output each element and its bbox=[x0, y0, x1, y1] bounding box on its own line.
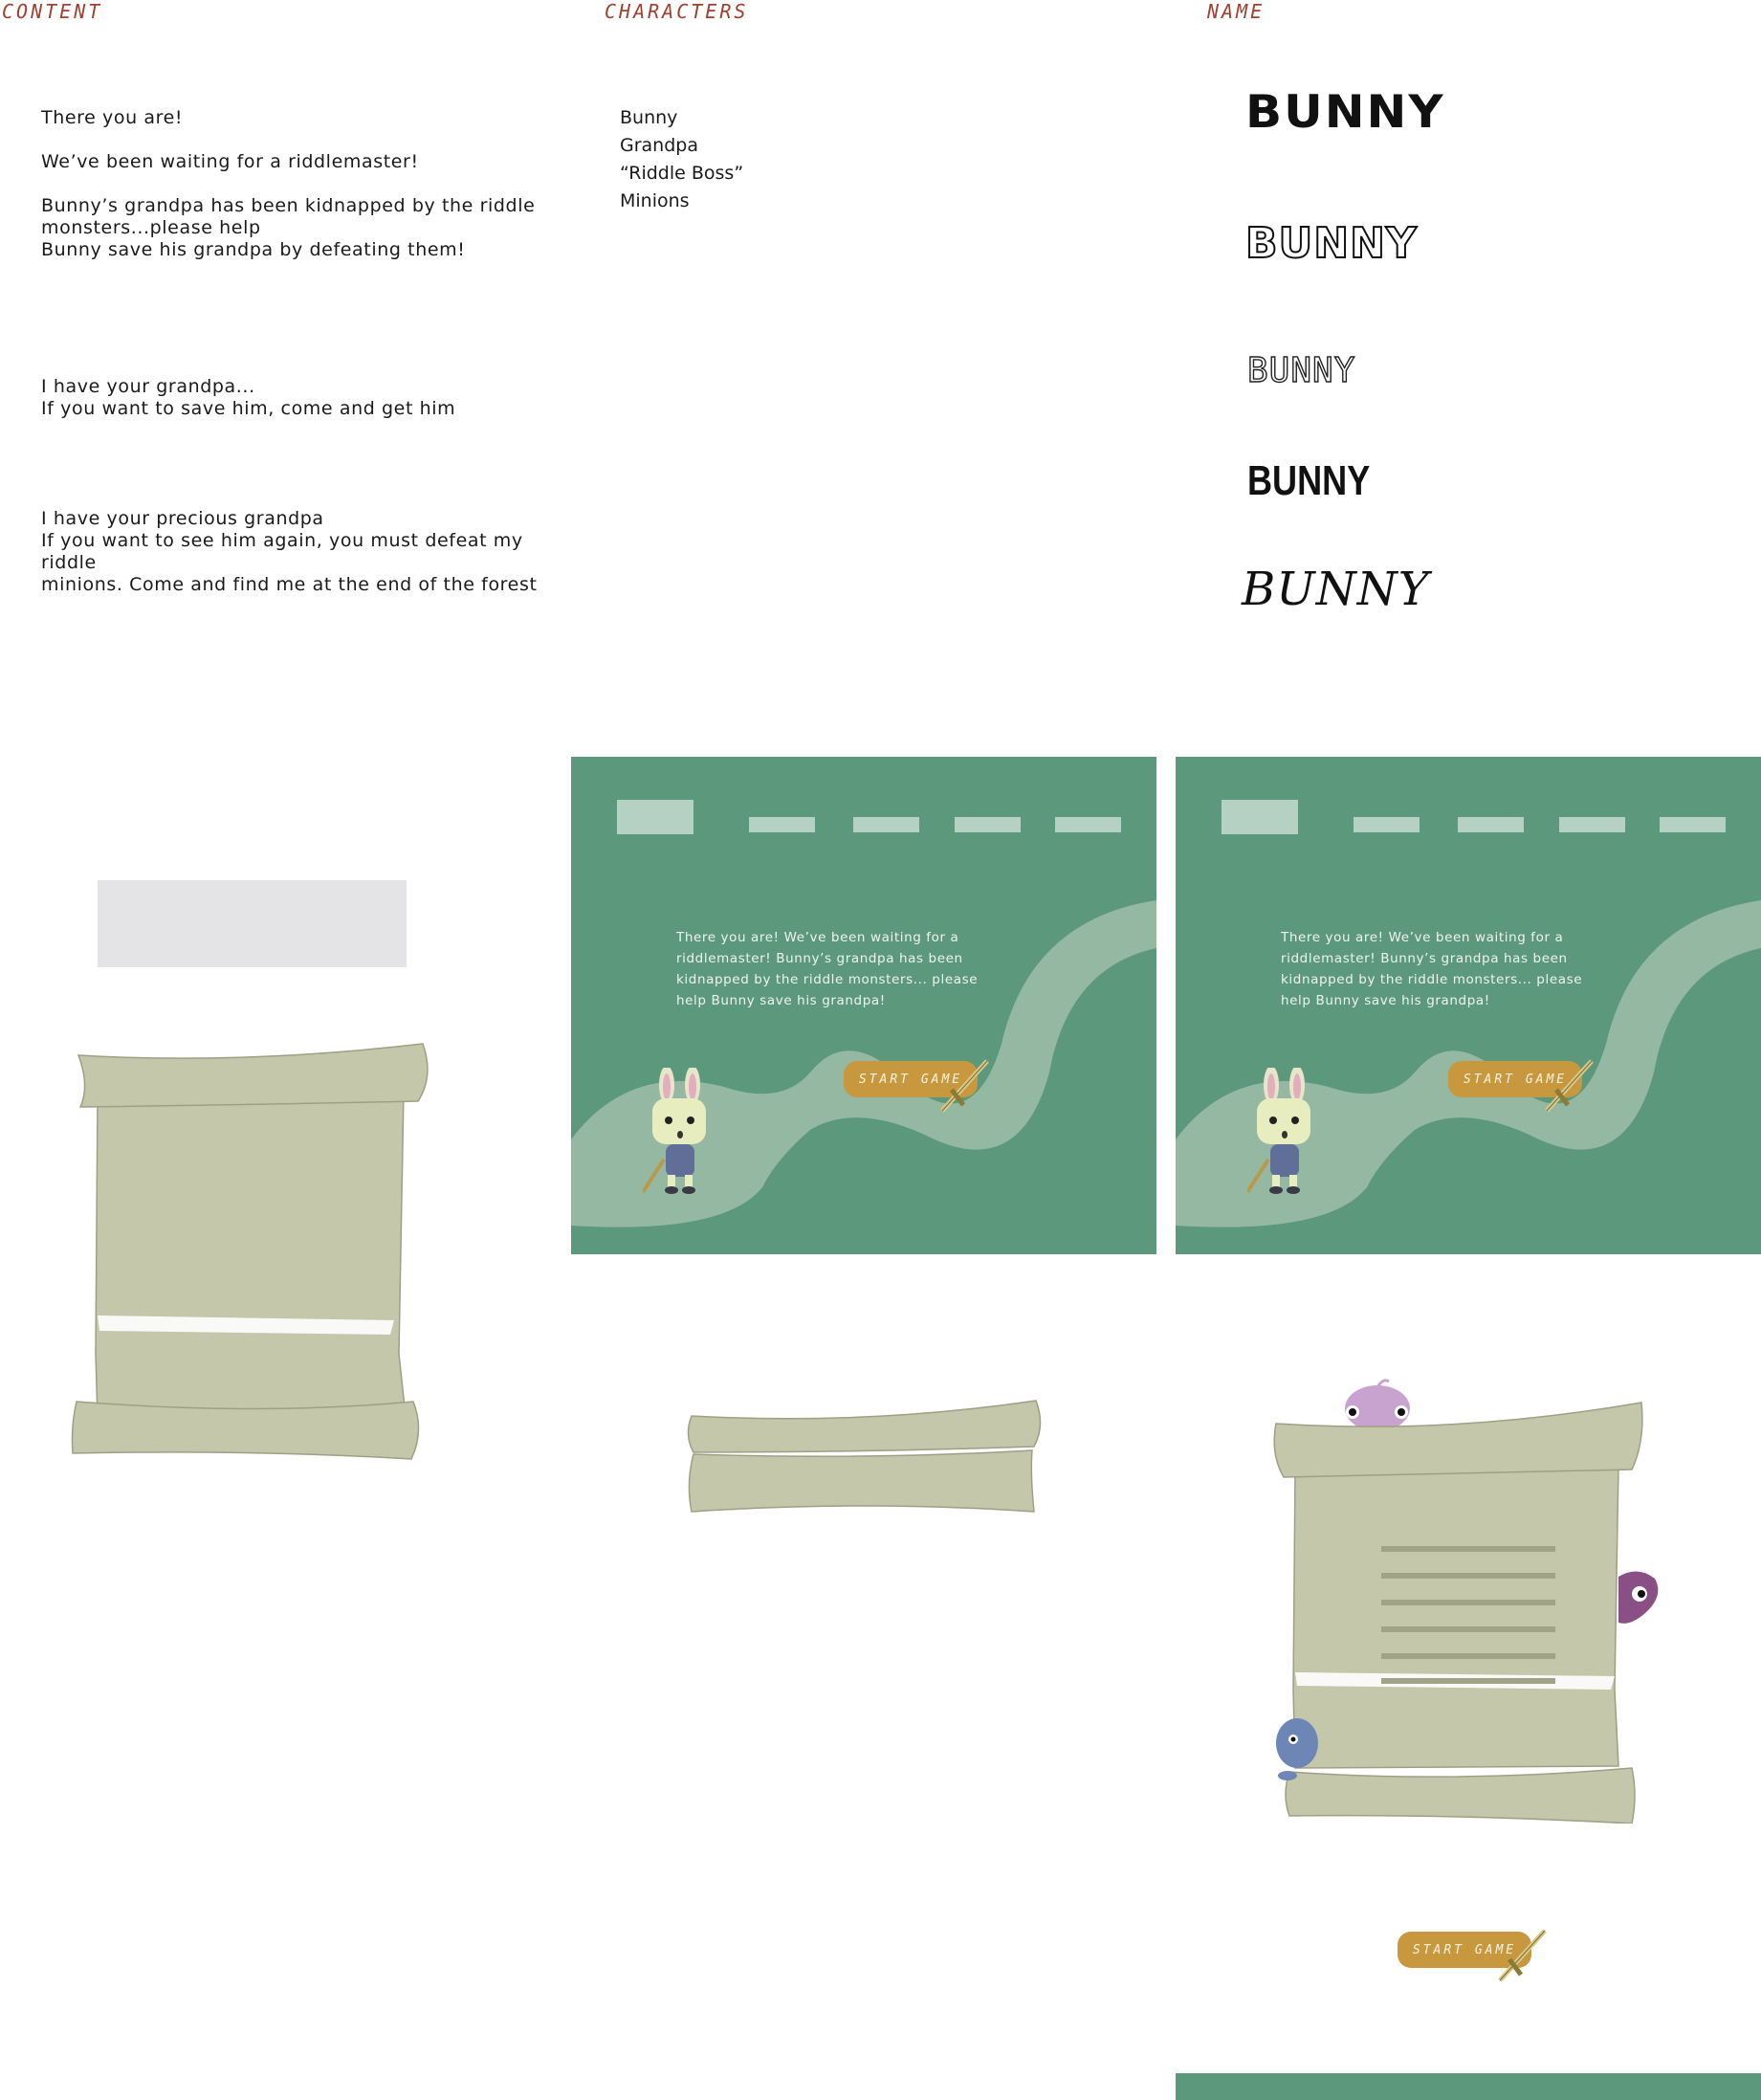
footer-strip bbox=[1176, 2073, 1761, 2100]
scroll-icon bbox=[71, 1043, 429, 1460]
name-sample-bold: BUNNY bbox=[1245, 85, 1445, 139]
nav-item[interactable] bbox=[955, 817, 1021, 832]
characters-header: CHARACTERS bbox=[605, 0, 749, 23]
name-header: NAME bbox=[1207, 0, 1266, 23]
nav-item[interactable] bbox=[1055, 817, 1121, 832]
sword-icon bbox=[1545, 1059, 1594, 1113]
nav-item[interactable] bbox=[749, 817, 815, 832]
characters-list: Bunny Grandpa “Riddle Boss” Minions bbox=[620, 104, 743, 215]
nav-item[interactable] bbox=[853, 817, 919, 832]
character-item: Grandpa bbox=[620, 135, 698, 156]
pink-monster-icon bbox=[1345, 1379, 1410, 1431]
game-screen-2: There you are! We’ve been waiting for a … bbox=[1176, 757, 1761, 1254]
name-sample-sketch: BUNNY bbox=[1246, 350, 1356, 390]
game-screen-1: There you are! We’ve been waiting for a … bbox=[571, 757, 1156, 1254]
nav-item[interactable] bbox=[1660, 817, 1726, 832]
nav-item[interactable] bbox=[1559, 817, 1625, 832]
bunny-character-icon bbox=[643, 1068, 706, 1194]
content-block-boss-1: I have your grandpa... If you want to sa… bbox=[41, 376, 456, 419]
character-item: Bunny bbox=[620, 107, 678, 128]
character-item: “Riddle Boss” bbox=[620, 163, 744, 184]
logo-placeholder[interactable] bbox=[1222, 800, 1298, 834]
character-item: Minions bbox=[620, 190, 690, 211]
logo-placeholder[interactable] bbox=[617, 800, 693, 834]
content-header: CONTENT bbox=[2, 0, 103, 23]
intro-text: There you are! We’ve been waiting for a … bbox=[676, 930, 979, 1008]
content-block-intro: There you are! We’ve been waiting for a … bbox=[41, 107, 536, 260]
intro-text: There you are! We’ve been waiting for a … bbox=[1281, 930, 1583, 1008]
name-sample-condensed: BUNNY bbox=[1247, 457, 1371, 504]
purple-monster-icon bbox=[1618, 1571, 1659, 1624]
bunny-character-icon bbox=[1247, 1068, 1310, 1194]
blue-monster-icon bbox=[1276, 1718, 1318, 1780]
content-block-boss-2: I have your precious grandpa If you want… bbox=[41, 508, 538, 595]
scroll-icon bbox=[1273, 1379, 1659, 1824]
scroll-icon bbox=[687, 1400, 1042, 1513]
name-sample-outline: BUNNY bbox=[1244, 218, 1418, 269]
sword-icon bbox=[940, 1059, 989, 1113]
sword-icon bbox=[1498, 1929, 1547, 1982]
name-sample-script: BUNNY bbox=[1242, 563, 1430, 616]
nav-item[interactable] bbox=[1354, 817, 1420, 832]
image-placeholder bbox=[98, 880, 407, 967]
nav-item[interactable] bbox=[1458, 817, 1524, 832]
